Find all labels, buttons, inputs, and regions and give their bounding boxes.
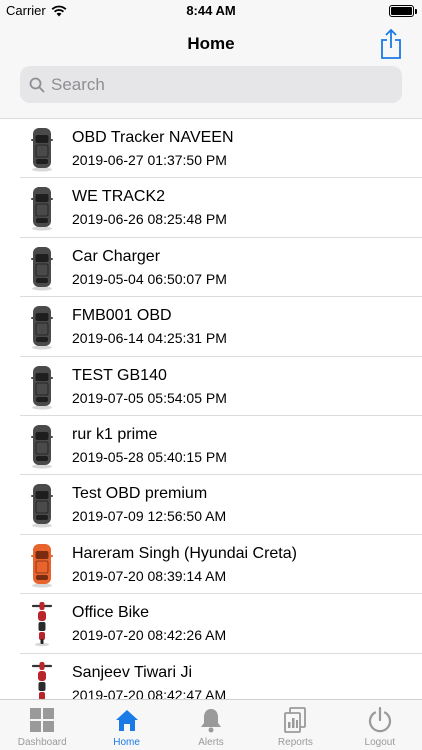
battery-fill (391, 7, 412, 15)
share-icon (381, 28, 401, 59)
vehicle-name: OBD Tracker NAVEEN (72, 129, 234, 146)
vehicle-last-update: 2019-06-26 08:25:48 PM (72, 211, 227, 228)
status-time: 8:44 AM (186, 3, 236, 18)
home-icon (113, 706, 141, 734)
vehicle-list-item[interactable]: Office Bike 2019-07-20 08:42:26 AM (0, 594, 422, 654)
tab-reports[interactable]: Reports (253, 700, 337, 750)
page-title: Home (187, 34, 235, 53)
share-button[interactable] (378, 28, 404, 60)
tab-dashboard[interactable]: Dashboard (0, 700, 84, 750)
search-input[interactable] (51, 74, 381, 95)
vehicle-list-item[interactable]: Hareram Singh (Hyundai Creta) 2019-07-20… (0, 534, 422, 595)
car-gray-icon (30, 126, 54, 172)
tab-label: Home (113, 737, 140, 748)
tab-label: Reports (277, 737, 313, 748)
reports-icon (281, 706, 309, 734)
vehicle-last-update: 2019-05-04 06:50:07 PM (72, 270, 227, 287)
vehicle-list-item[interactable]: FMB001 OBD 2019-06-14 04:25:31 PM (0, 297, 422, 357)
vehicle-name: Car Charger (72, 247, 161, 265)
vehicle-last-update: 2019-07-20 08:42:26 AM (72, 627, 227, 644)
tab-logout[interactable]: Logout (338, 700, 422, 750)
car-gray-icon (30, 185, 54, 231)
tab-label: Alerts (198, 737, 224, 748)
power-icon (366, 706, 394, 734)
vehicle-list-item[interactable]: TEST GB140 2019-07-05 05:54:05 PM (0, 356, 422, 417)
car-gray-icon (30, 304, 54, 350)
vehicle-name: Office Bike (72, 604, 150, 622)
tab-bar: Dashboard Home Alerts Reports Logout (0, 699, 422, 750)
vehicle-list-item[interactable]: OBD Tracker NAVEEN 2019-06-27 01:37:50 P… (0, 119, 422, 179)
tab-label: Logout (364, 737, 396, 748)
vehicle-name: Sanjeev Tiwari Ji (72, 663, 193, 681)
vehicle-name: WE TRACK2 (72, 188, 166, 206)
vehicle-list-item[interactable]: Sanjeev Tiwari Ji 2019-07-20 08:42:47 AM (0, 653, 422, 699)
vehicle-list-item[interactable]: WE TRACK2 2019-06-26 08:25:48 PM (0, 178, 422, 239)
vehicle-name: TEST GB140 (72, 366, 167, 384)
tab-label: Dashboard (17, 737, 67, 748)
vehicle-list[interactable]: OBD Tracker NAVEEN 2019-06-27 01:37:50 P… (0, 118, 422, 699)
car-orange-icon (30, 542, 54, 588)
battery-icon (389, 5, 417, 17)
vehicle-list-item[interactable]: Car Charger 2019-05-04 06:50:07 PM (0, 237, 422, 298)
vehicle-last-update: 2019-07-09 12:56:50 AM (72, 508, 227, 525)
motorbike-red-icon (30, 661, 54, 699)
search-icon (29, 77, 45, 92)
vehicle-last-update: 2019-07-20 08:39:14 AM (72, 567, 227, 584)
car-gray-icon (30, 423, 54, 469)
vehicle-last-update: 2019-06-27 01:37:50 PM (72, 152, 227, 168)
vehicle-name: Test OBD premium (72, 485, 208, 503)
tab-home[interactable]: Home (84, 700, 168, 750)
car-gray-icon (30, 245, 54, 291)
navigation-bar: Home (0, 22, 422, 66)
car-gray-icon (30, 364, 54, 410)
vehicle-last-update: 2019-07-20 08:42:47 AM (72, 686, 227, 699)
car-gray-icon (30, 482, 54, 528)
status-bar: Carrier 8:44 AM (0, 0, 422, 22)
bell-icon (197, 706, 225, 734)
motorbike-red-icon (30, 601, 54, 647)
dashboard-grid-icon (28, 706, 56, 734)
vehicle-last-update: 2019-06-14 04:25:31 PM (72, 330, 227, 347)
vehicle-last-update: 2019-07-05 05:54:05 PM (72, 389, 227, 406)
vehicle-name: FMB001 OBD (72, 307, 172, 325)
tab-alerts[interactable]: Alerts (169, 700, 253, 750)
vehicle-name: rur k1 prime (72, 425, 158, 443)
vehicle-last-update: 2019-05-28 05:40:15 PM (72, 448, 227, 465)
vehicle-name: Hareram Singh (Hyundai Creta) (72, 544, 297, 562)
vehicle-list-item[interactable]: Test OBD premium 2019-07-09 12:56:50 AM (0, 475, 422, 536)
vehicle-list-item[interactable]: rur k1 prime 2019-05-28 05:40:15 PM (0, 415, 422, 476)
search-bar[interactable] (20, 66, 402, 103)
